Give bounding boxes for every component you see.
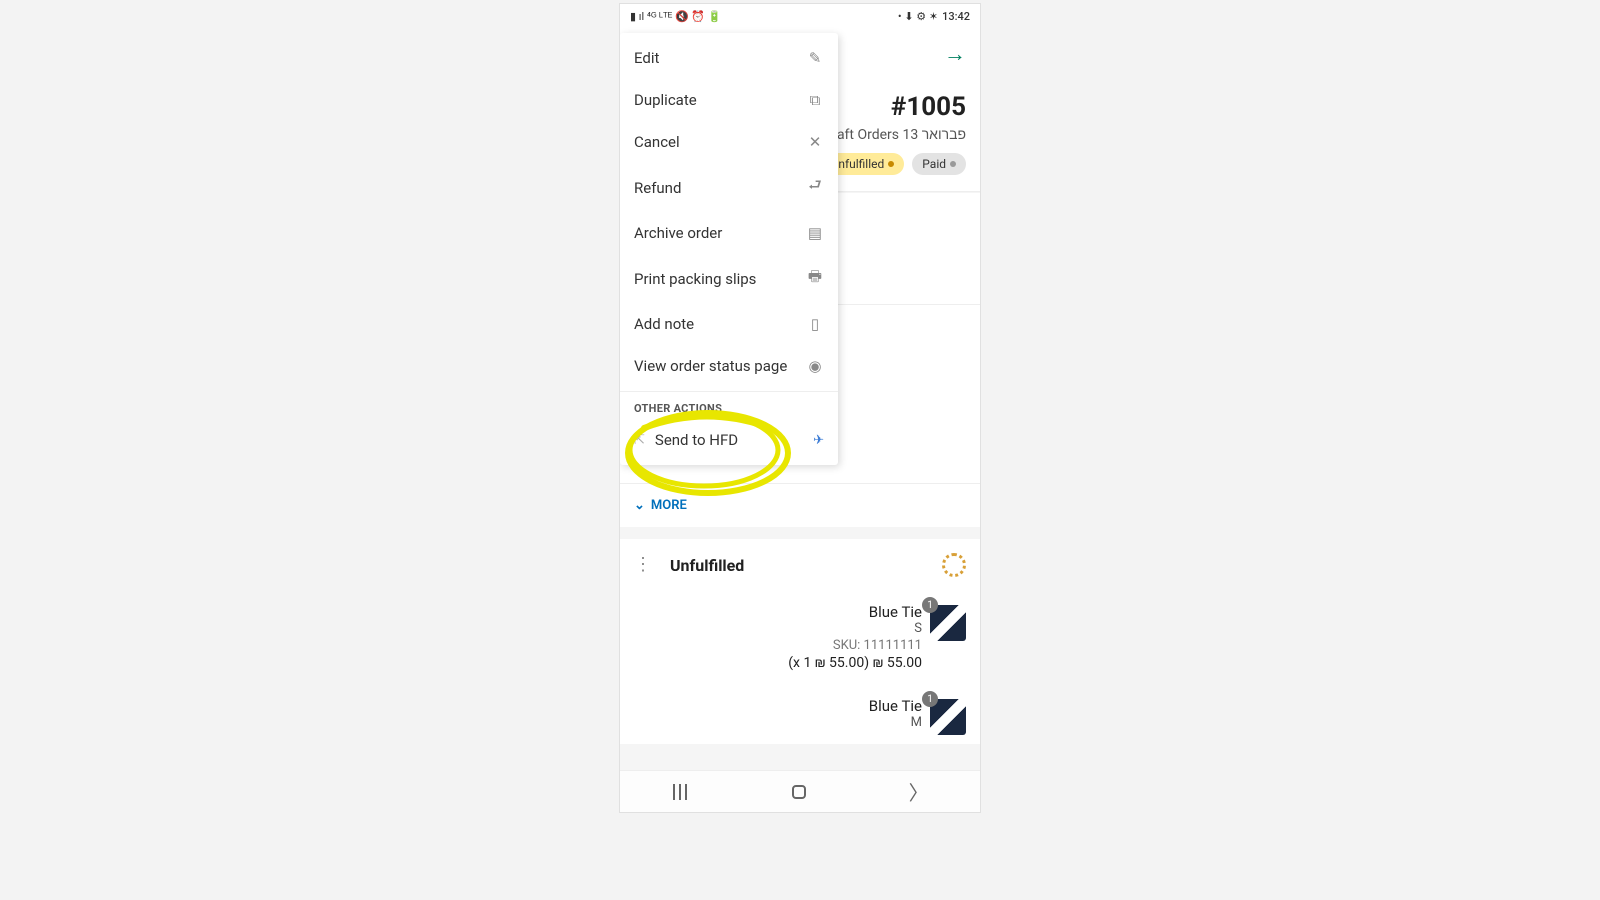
menu-send-to-hfd-label: Send to HFD [655,431,738,449]
badge-paid: Paid [912,153,966,175]
menu-refund[interactable]: Refund ⮐ [620,163,838,212]
menu-send-to-hfd[interactable]: ⇱ Send to HFD ✈ [620,419,838,461]
line-item-sku: SKU: 11111111 [833,638,922,653]
refund-icon: ⮐ [806,175,824,200]
external-link-icon: ⇱ [634,433,645,448]
nav-home-button[interactable] [792,785,806,799]
archive-icon: ▤ [806,224,824,242]
menu-add-note-label: Add note [634,315,694,333]
menu-edit[interactable]: Edit ✎ [620,37,838,79]
menu-cancel[interactable]: Cancel ✕ [620,121,838,163]
copy-icon: ⧉ [806,91,824,109]
actions-popup-menu: Edit ✎ Duplicate ⧉ Cancel ✕ Refund ⮐ Arc… [620,33,838,465]
badge-dot-icon [950,161,956,167]
line-item-variant: S [914,621,922,636]
fulfillment-status-icon [942,553,966,577]
status-right-group: • ⬇ ⚙ ✶ 13:42 [898,10,970,23]
menu-view-status[interactable]: View order status page ◉ [620,345,838,387]
card-header: ⋮ Unfulfilled [634,553,966,577]
status-clock: 13:42 [942,10,970,23]
line-item-name: Blue Tie [869,697,922,715]
card-overflow-button[interactable]: ⋮ [634,556,652,574]
eye-icon: ◉ [806,357,824,375]
pencil-icon: ✎ [806,49,824,67]
android-status-bar: ▮ ıl ⁴ᴳ ᴸᵀᴱ 🔇 ⏰ 🔋 • ⬇ ⚙ ✶ 13:42 [620,4,980,28]
quantity-badge: 1 [922,597,938,613]
status-left-icons: ▮ ıl ⁴ᴳ ᴸᵀᴱ 🔇 ⏰ 🔋 [630,10,722,23]
line-item-name: Blue Tie [869,603,922,621]
forward-arrow-icon[interactable]: → [944,41,966,67]
more-label: MORE [651,498,687,513]
badge-paid-label: Paid [922,157,946,171]
nav-recent-button[interactable] [671,784,689,800]
close-icon: ✕ [806,133,824,151]
line-item[interactable]: 1 Blue Tie M [634,697,966,730]
menu-archive-label: Archive order [634,224,722,242]
menu-cancel-label: Cancel [634,133,680,151]
menu-add-note[interactable]: Add note ▯ [620,303,838,345]
note-icon: ▯ [806,315,824,333]
badge-dot-icon [888,161,894,167]
line-item[interactable]: 1 Blue Tie S SKU: 11111111 (x 1 ₪ 55.00)… [634,603,966,671]
menu-other-heading: OTHER ACTIONS [620,392,838,419]
menu-duplicate[interactable]: Duplicate ⧉ [620,79,838,121]
menu-print[interactable]: Print packing slips 🖶 [620,254,838,303]
menu-refund-label: Refund [634,179,681,197]
print-icon: 🖶 [806,266,824,291]
menu-edit-label: Edit [634,49,659,67]
android-nav-bar: 〉 [620,770,980,812]
menu-archive[interactable]: Archive order ▤ [620,212,838,254]
more-toggle[interactable]: ⌄ MORE [620,483,980,527]
card-title: Unfulfilled [670,556,744,575]
chevron-down-icon: ⌄ [634,498,645,513]
badge-unfulfilled-label: Unfulfilled [831,157,885,171]
menu-duplicate-label: Duplicate [634,91,697,109]
phone-frame: ▮ ıl ⁴ᴳ ᴸᵀᴱ 🔇 ⏰ 🔋 • ⬇ ⚙ ✶ 13:42 → #1005 … [620,4,980,812]
status-right-icons: • ⬇ ⚙ ✶ [898,10,938,23]
menu-view-status-label: View order status page [634,357,787,375]
quantity-badge: 1 [922,691,938,707]
line-item-variant: M [911,715,922,730]
nav-back-button[interactable]: 〉 [909,777,929,806]
menu-print-label: Print packing slips [634,270,756,288]
line-item-price: (x 1 ₪ 55.00) ₪ 55.00 [788,655,922,671]
hfd-logo-icon: ✈ [813,433,824,448]
status-left-icon-group: ▮ ıl ⁴ᴳ ᴸᵀᴱ 🔇 ⏰ 🔋 [630,10,722,23]
unfulfilled-card: ⋮ Unfulfilled 1 Blue Tie S SKU: 11111111… [620,539,980,744]
